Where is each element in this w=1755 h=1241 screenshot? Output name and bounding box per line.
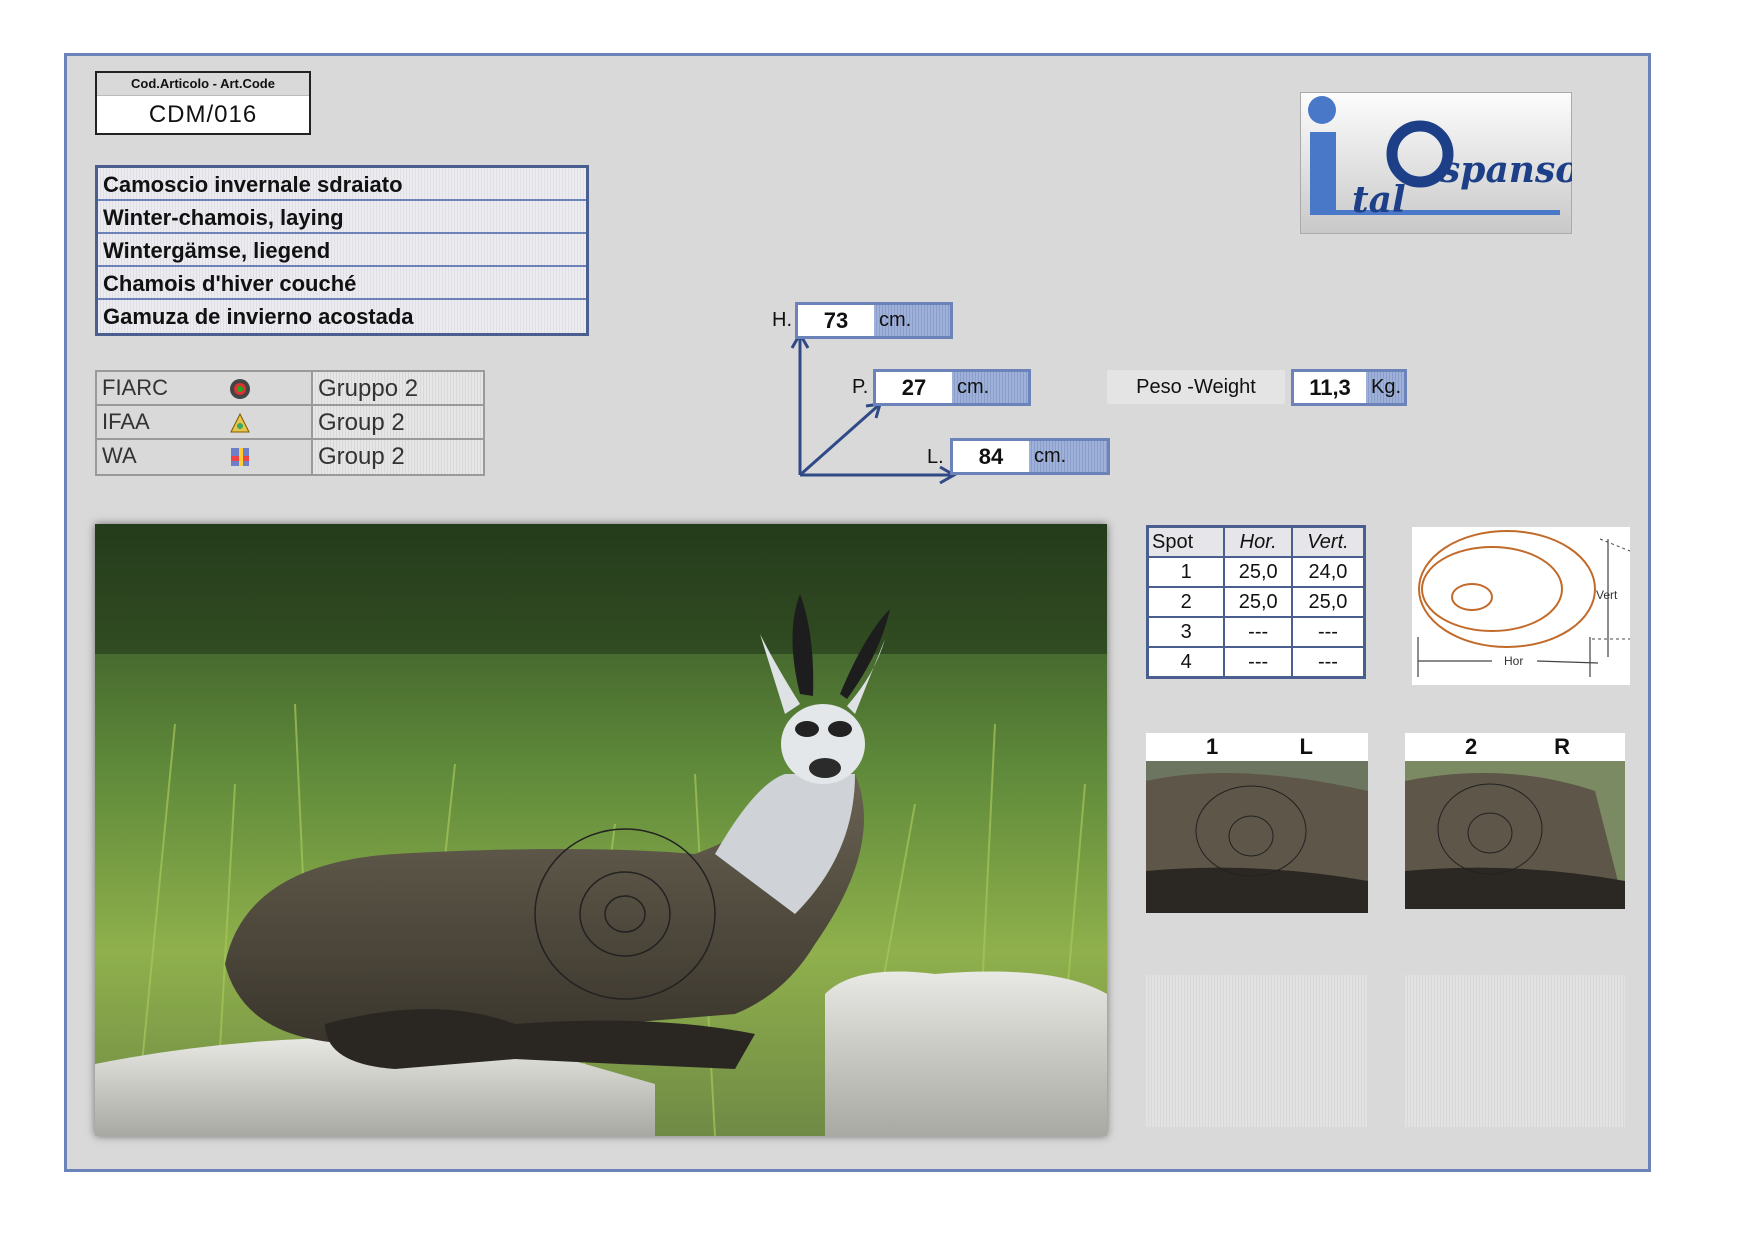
spot-view-number: 2 [1465,734,1478,759]
weight-box: 11,3 Kg. [1291,369,1407,406]
spot-cell: 4 [1146,646,1226,679]
svg-text:Vert: Vert [1596,588,1618,602]
spot-view-photo [1405,761,1625,909]
ifaa-logo-icon [230,412,250,433]
weight-label: Peso -Weight [1107,370,1285,404]
fiarc-logo-icon [230,379,250,399]
length-box: 84 cm. [950,438,1110,475]
depth-box: 27 cm. [873,369,1031,406]
name-german: Wintergämse, liegend [98,234,586,267]
product-names-table: Camoscio invernale sdraiato Winter-chamo… [95,165,589,336]
competition-groups-table: FIARC Gruppo 2 IFAA Group 2 WA Group 2 [95,370,485,476]
name-italian: Camoscio invernale sdraiato [98,168,586,201]
name-english: Winter-chamois, laying [98,201,586,234]
product-photo [95,524,1107,1136]
table-row: 3 --- --- [1146,616,1366,648]
spot-view-side: R [1554,734,1570,759]
depth-value: 27 [876,372,952,403]
spot-cell: 2 [1146,586,1226,618]
name-french: Chamois d'hiver couché [98,267,586,300]
italespanso-logo: spanso tal [1299,91,1579,235]
height-unit: cm. [874,305,950,336]
article-code-header: Cod.Articolo - Art.Code [97,73,309,96]
svg-text:tal: tal [1352,179,1406,221]
empty-spot-view-3 [1146,975,1368,1127]
hor-cell: --- [1223,646,1293,679]
vert-cell: --- [1290,646,1366,679]
vert-cell: 25,0 [1290,586,1366,618]
height-label: H. [772,309,792,331]
height-value: 73 [798,305,874,336]
weight-unit: Kg. [1366,372,1404,403]
group-row: WA Group 2 [97,440,483,474]
spot-view-side: L [1299,734,1313,759]
spot-view-right: 2 R [1405,733,1625,914]
height-box: 73 cm. [795,302,953,339]
depth-unit: cm. [952,372,1028,403]
hor-cell: 25,0 [1223,556,1293,588]
spot-cell: 3 [1146,616,1226,648]
table-row: 1 25,0 24,0 [1146,556,1366,588]
spot-header-row: Spot Hor. Vert. [1146,525,1366,558]
length-label: L. [927,446,944,468]
weight-value: 11,3 [1294,372,1366,403]
org-name: FIARC [102,375,168,400]
org-name: WA [102,443,137,468]
hor-header: Hor. [1223,525,1293,558]
article-code-value: CDM/016 [148,101,258,128]
table-row: 4 --- --- [1146,646,1366,679]
group-value: Group 2 [313,406,483,438]
svg-text:spanso: spanso [1439,149,1572,191]
spot-measure-diagram: Vert Hor [1412,527,1631,685]
spot-view-number: 1 [1206,734,1219,759]
group-value: Gruppo 2 [313,372,483,404]
hor-cell: 25,0 [1223,586,1293,618]
svg-text:Hor: Hor [1504,654,1523,668]
table-row: 2 25,0 25,0 [1146,586,1366,618]
hor-cell: --- [1223,616,1293,648]
article-code-box: Cod.Articolo - Art.Code CDM/016 [95,71,311,135]
vert-cell: 24,0 [1290,556,1366,588]
length-unit: cm. [1029,441,1107,472]
vert-cell: --- [1290,616,1366,648]
org-name: IFAA [102,409,150,434]
depth-label: P. [852,376,869,398]
group-row: FIARC Gruppo 2 [97,372,483,406]
spot-view-left: 1 L [1146,733,1368,918]
wa-logo-icon [231,448,249,466]
spot-cell: 1 [1146,556,1226,588]
name-spanish: Gamuza de invierno acostada [98,300,586,333]
group-value: Group 2 [313,440,483,474]
vert-header: Vert. [1290,525,1366,558]
length-value: 84 [953,441,1029,472]
spot-view-photo [1146,761,1368,913]
spot-header: Spot [1146,525,1226,558]
empty-spot-view-4 [1405,975,1625,1127]
spot-table: Spot Hor. Vert. 1 25,0 24,0 2 25,0 25,0 … [1146,525,1366,679]
group-row: IFAA Group 2 [97,406,483,440]
